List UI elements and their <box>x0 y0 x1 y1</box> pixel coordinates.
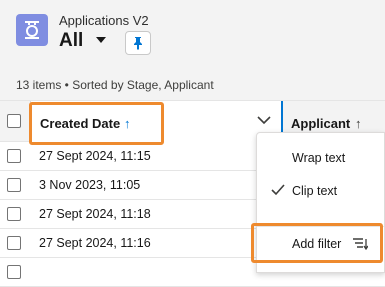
sort-ascending-icon: ↑ <box>355 116 362 131</box>
chevron-down-icon[interactable] <box>95 36 107 44</box>
row-checkbox[interactable] <box>7 207 21 221</box>
row-checkbox[interactable] <box>7 149 21 163</box>
select-all-checkbox[interactable] <box>7 114 21 128</box>
created-date-cell: 27 Sept 2024, 11:16 <box>39 236 151 250</box>
menu-item-label: Wrap text <box>292 151 346 165</box>
row-checkbox[interactable] <box>7 265 21 279</box>
created-date-header-highlight <box>29 102 164 145</box>
created-date-cell: 3 Nov 2023, 11:05 <box>39 178 141 192</box>
menu-item-label: Clip text <box>292 184 338 198</box>
chevron-down-icon[interactable] <box>257 115 271 125</box>
checkmark-icon <box>271 184 285 196</box>
list-summary: 13 items • Sorted by Stage, Applicant <box>16 78 214 92</box>
list-view-name[interactable]: All <box>59 30 83 52</box>
created-date-cell: 27 Sept 2024, 11:18 <box>39 207 151 221</box>
column-header-applicant[interactable]: Applicant <box>291 116 350 131</box>
row-checkbox[interactable] <box>7 178 21 192</box>
list-view-header: Applications V2 All 13 items • Sorted by… <box>0 0 385 100</box>
pin-list-view-button[interactable] <box>125 31 151 55</box>
created-date-cell: 27 Sept 2024, 11:15 <box>39 149 151 163</box>
pin-icon <box>134 37 142 50</box>
row-checkbox[interactable] <box>7 236 21 250</box>
menu-item-clip-text[interactable]: Clip text <box>257 176 384 206</box>
menu-item-wrap-text[interactable]: Wrap text <box>257 143 384 173</box>
list-view-icon <box>16 14 48 46</box>
add-filter-highlight <box>251 223 383 263</box>
object-title: Applications V2 <box>59 13 149 28</box>
